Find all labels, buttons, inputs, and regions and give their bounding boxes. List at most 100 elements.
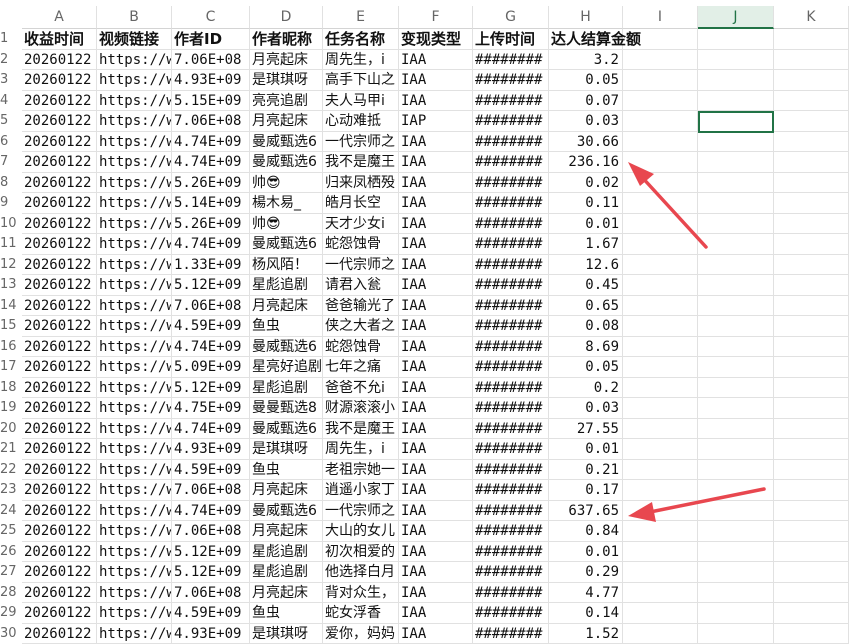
- cell-j[interactable]: [698, 70, 774, 91]
- cell-k[interactable]: [774, 214, 849, 235]
- cell-j[interactable]: [698, 152, 774, 173]
- cell-a[interactable]: 20260122: [22, 152, 97, 173]
- cell-e[interactable]: 周先生，i: [323, 50, 399, 71]
- cell-e[interactable]: 爱你，妈妈: [323, 624, 399, 644]
- cell-f[interactable]: IAA: [399, 562, 473, 583]
- cell-h[interactable]: 0.08: [549, 316, 623, 337]
- cell-h[interactable]: 236.16: [549, 152, 623, 173]
- cell-b[interactable]: https://w: [97, 173, 172, 194]
- cell-j[interactable]: [698, 460, 774, 481]
- cell-g[interactable]: ########: [473, 521, 549, 542]
- cell-g[interactable]: ########: [473, 419, 549, 440]
- cell-g[interactable]: ########: [473, 275, 549, 296]
- cell-h[interactable]: 0.45: [549, 275, 623, 296]
- cell-h[interactable]: 0.05: [549, 357, 623, 378]
- cell-i[interactable]: [623, 91, 698, 112]
- row-header[interactable]: 29: [0, 603, 22, 624]
- cell-e[interactable]: 一代宗师之: [323, 255, 399, 276]
- cell-a[interactable]: 20260122: [22, 70, 97, 91]
- cell-a[interactable]: 20260122: [22, 480, 97, 501]
- cell-g[interactable]: ########: [473, 357, 549, 378]
- cell-g[interactable]: ########: [473, 91, 549, 112]
- cell-k[interactable]: [774, 419, 849, 440]
- cell-d[interactable]: 作者昵称: [250, 29, 323, 50]
- row-header[interactable]: 18: [0, 378, 22, 399]
- cell-g[interactable]: ########: [473, 337, 549, 358]
- cell-b[interactable]: https://w: [97, 214, 172, 235]
- cell-a[interactable]: 20260122: [22, 603, 97, 624]
- cell-d[interactable]: 亮亮追剧: [250, 91, 323, 112]
- cell-d[interactable]: 星彪追剧: [250, 275, 323, 296]
- cell-d[interactable]: 曼威甄选6: [250, 419, 323, 440]
- cell-h[interactable]: 0.07: [549, 91, 623, 112]
- cell-d[interactable]: 是琪琪呀: [250, 439, 323, 460]
- cell-i[interactable]: [623, 50, 698, 71]
- cell-i[interactable]: [623, 173, 698, 194]
- cell-f[interactable]: IAA: [399, 583, 473, 604]
- cell-g[interactable]: ########: [473, 542, 549, 563]
- column-header-f[interactable]: F: [399, 6, 473, 29]
- cell-k[interactable]: [774, 91, 849, 112]
- cell-c[interactable]: 4.93E+09: [172, 439, 250, 460]
- row-header[interactable]: 8: [0, 173, 22, 194]
- cell-k[interactable]: [774, 29, 849, 50]
- cell-e[interactable]: 高手下山之: [323, 70, 399, 91]
- cell-e[interactable]: 初次相爱的: [323, 542, 399, 563]
- cell-j[interactable]: [698, 583, 774, 604]
- cell-g[interactable]: ########: [473, 173, 549, 194]
- cell-k[interactable]: [774, 296, 849, 317]
- cell-g[interactable]: ########: [473, 583, 549, 604]
- cell-g[interactable]: ########: [473, 296, 549, 317]
- cell-g[interactable]: ########: [473, 460, 549, 481]
- cell-f[interactable]: IAA: [399, 460, 473, 481]
- cell-i[interactable]: [623, 275, 698, 296]
- cell-c[interactable]: 7.06E+08: [172, 111, 250, 132]
- cell-h[interactable]: 0.03: [549, 398, 623, 419]
- cell-h[interactable]: 637.65: [549, 501, 623, 522]
- cell-e[interactable]: 背对众生，: [323, 583, 399, 604]
- cell-e[interactable]: 归来凤栖殁: [323, 173, 399, 194]
- cell-i[interactable]: [623, 214, 698, 235]
- cell-f[interactable]: IAA: [399, 521, 473, 542]
- cell-k[interactable]: [774, 501, 849, 522]
- cell-c[interactable]: 4.59E+09: [172, 316, 250, 337]
- cell-a[interactable]: 20260122: [22, 460, 97, 481]
- cell-k[interactable]: [774, 132, 849, 153]
- row-header[interactable]: 5: [0, 111, 22, 132]
- cell-c[interactable]: 5.15E+09: [172, 91, 250, 112]
- cell-c[interactable]: 7.06E+08: [172, 521, 250, 542]
- cell-k[interactable]: [774, 562, 849, 583]
- cell-k[interactable]: [774, 193, 849, 214]
- cell-h[interactable]: 27.55: [549, 419, 623, 440]
- cell-d[interactable]: 楊木易_: [250, 193, 323, 214]
- row-header[interactable]: 10: [0, 214, 22, 235]
- cell-c[interactable]: 5.12E+09: [172, 378, 250, 399]
- cell-a[interactable]: 20260122: [22, 439, 97, 460]
- cell-h[interactable]: 0.2: [549, 378, 623, 399]
- cell-k[interactable]: [774, 357, 849, 378]
- cell-g[interactable]: ########: [473, 398, 549, 419]
- cell-h[interactable]: 0.01: [549, 439, 623, 460]
- cell-b[interactable]: https://w: [97, 316, 172, 337]
- cell-a[interactable]: 20260122: [22, 501, 97, 522]
- cell-g[interactable]: ########: [473, 255, 549, 276]
- column-header-i[interactable]: I: [623, 6, 698, 29]
- cell-k[interactable]: [774, 50, 849, 71]
- row-header[interactable]: 22: [0, 460, 22, 481]
- cell-b[interactable]: https://w: [97, 70, 172, 91]
- cell-k[interactable]: [774, 439, 849, 460]
- cell-b[interactable]: https://w: [97, 542, 172, 563]
- cell-a[interactable]: 20260122: [22, 542, 97, 563]
- cell-i[interactable]: [623, 460, 698, 481]
- cell-k[interactable]: [774, 173, 849, 194]
- cell-j[interactable]: [698, 296, 774, 317]
- cell-j[interactable]: [698, 378, 774, 399]
- cell-j[interactable]: [698, 624, 774, 644]
- cell-e[interactable]: 我不是魔王: [323, 152, 399, 173]
- cell-e[interactable]: 他选择白月: [323, 562, 399, 583]
- cell-c[interactable]: 作者ID: [172, 29, 250, 50]
- cell-e[interactable]: 周先生，i: [323, 439, 399, 460]
- cell-c[interactable]: 4.75E+09: [172, 398, 250, 419]
- cell-f[interactable]: IAA: [399, 337, 473, 358]
- cell-a[interactable]: 20260122: [22, 398, 97, 419]
